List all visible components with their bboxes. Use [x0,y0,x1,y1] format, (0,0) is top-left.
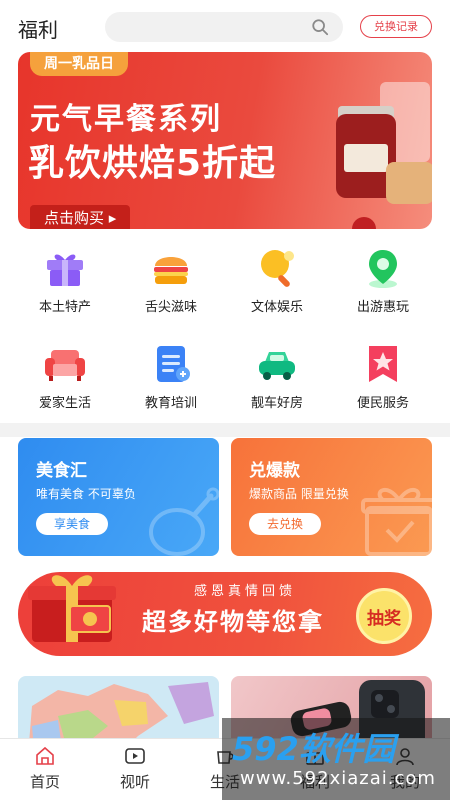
chicken-leg-icon [149,487,219,556]
category-sports-entertainment[interactable]: 文体娱乐 [231,246,323,316]
food-card-subtitle: 唯有美食 不可辜负 [36,487,136,501]
tab-home[interactable]: 首页 [10,745,80,792]
draw-lottery-button[interactable]: 抽奖 [356,588,412,644]
banner-headline: 元气早餐系列 [30,102,222,137]
page-title: 福利 [18,18,58,42]
search-input[interactable] [105,12,343,42]
pingpong-icon [261,250,294,287]
banner-subheadline: 乳饮烘焙5折起 [28,143,277,184]
category-label: 舌尖滋味 [144,300,197,315]
category-label: 本土特产 [38,300,91,315]
location-pin-icon [369,250,397,288]
redeem-history-button[interactable]: 兑换记录 [360,15,432,38]
banner-tag: 周一乳品日 [30,52,128,76]
toast-image [386,162,432,204]
home-icon [36,746,54,765]
document-icon [157,346,190,382]
watermark-brand: 592软件园 [232,730,395,768]
lottery-headline: 超多好物等您拿 [142,608,324,636]
category-label: 便民服务 [356,396,409,411]
tab-label: 首页 [29,773,60,791]
red-gift-box-icon [28,575,116,642]
strawberry-image [352,217,376,229]
play-icon [125,748,145,764]
category-cars-houses[interactable]: 靓车好房 [231,342,323,412]
enjoy-food-button[interactable]: 享美食 [36,513,108,535]
gift-icon [47,254,83,286]
watermark-url: www.592xiazai.com [240,768,436,789]
star-bookmark-icon [369,346,397,382]
jam-jar-label [344,144,388,172]
category-local-specialty[interactable]: 本土特产 [19,246,111,316]
category-label: 教育培训 [144,396,197,411]
category-education[interactable]: 教育培训 [125,342,217,412]
hot-deals-card[interactable]: 兑爆款 爆款商品 限量兑换 去兑换 [231,438,432,556]
watermark: 592软件园 www.592xiazai.com [222,718,450,800]
hot-deals-card-title: 兑爆款 [249,461,300,481]
category-label: 出游惠玩 [356,300,409,315]
section-divider [0,423,450,437]
lottery-subtitle: 感恩真情回馈 [194,584,297,599]
category-home-life[interactable]: 爱家生活 [19,342,111,412]
search-icon [312,19,329,36]
promo-banner[interactable]: 周一乳品日 元气早餐系列 乳饮烘焙5折起 点击购买 ▸ [18,52,432,229]
go-redeem-button[interactable]: 去兑换 [249,513,321,535]
category-delicacies[interactable]: 舌尖滋味 [125,246,217,316]
buy-now-button[interactable]: 点击购买 ▸ [30,205,131,229]
food-card-title: 美食汇 [36,461,87,481]
category-travel[interactable]: 出游惠玩 [337,246,429,316]
tab-label: 视听 [119,773,150,791]
food-card[interactable]: 美食汇 唯有美食 不可辜负 享美食 [18,438,219,556]
tab-media[interactable]: 视听 [100,745,170,792]
sofa-icon [45,350,85,381]
category-convenience-services[interactable]: 便民服务 [337,342,429,412]
category-label: 文体娱乐 [250,300,303,315]
welfare-page: 福利 兑换记录 周一乳品日 元气早餐系列 乳饮烘焙5折起 点击购买 ▸ 本土特产… [0,0,450,800]
car-icon [259,352,295,380]
gift-box-icon [361,487,432,556]
lottery-banner[interactable]: 感恩真情回馈 超多好物等您拿 抽奖 [18,572,432,656]
burger-icon [154,257,188,284]
header: 福利 兑换记录 [0,0,450,52]
category-label: 爱家生活 [38,396,91,411]
category-label: 靓车好房 [250,396,303,411]
hot-deals-card-subtitle: 爆款商品 限量兑换 [249,487,349,501]
